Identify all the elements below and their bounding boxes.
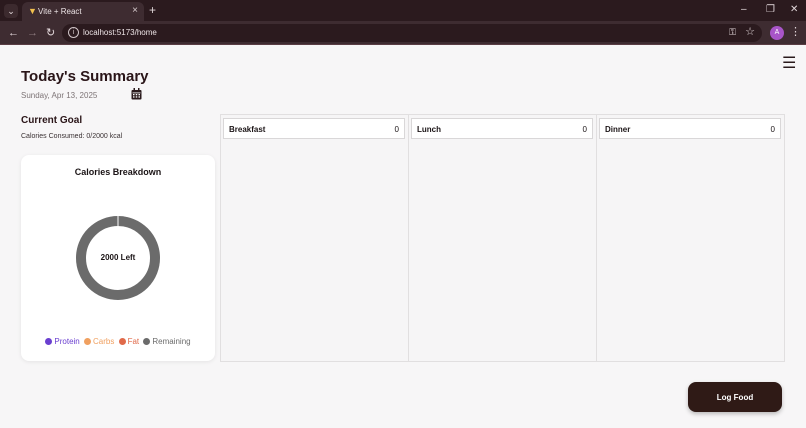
back-arrow-icon[interactable]: ← [8,26,19,40]
meal-name: Lunch [417,125,441,134]
legend-label-carbs: Carbs [92,337,115,346]
legend-item-fat[interactable]: Fat [118,337,140,346]
meal-name: Breakfast [229,125,266,134]
log-food-button[interactable]: Log Food [688,382,782,412]
profile-avatar[interactable]: A [770,26,784,40]
chart-legend: Protein Carbs Fat Remaining [21,337,215,346]
meal-column-lunch[interactable]: Lunch 0 [409,115,597,361]
meal-header-breakfast[interactable]: Breakfast 0 [223,118,405,139]
browser-tab-bar: ⌄ ▼ Vite + React × + – ❐ ✕ [0,0,806,21]
forward-arrow-icon[interactable]: → [27,26,38,40]
reload-icon[interactable]: ↻ [46,26,55,40]
calendar-icon[interactable] [131,88,142,100]
meal-header-dinner[interactable]: Dinner 0 [599,118,781,139]
url-text[interactable]: localhost:5173/home [83,28,157,38]
meal-calorie-count: 0 [582,125,587,134]
browser-menu-icon[interactable]: ⋮ [790,25,801,39]
meal-name: Dinner [605,125,631,134]
close-tab-icon[interactable]: × [132,5,138,17]
new-tab-plus-icon[interactable]: + [149,3,156,17]
legend-label-protein: Protein [54,337,80,346]
current-goal-heading: Current Goal [21,115,83,126]
window-close-icon[interactable]: ✕ [790,3,798,17]
legend-dot-carbs [83,338,91,345]
calories-consumed-text: Calories Consumed: 0/2000 kcal [21,133,123,140]
legend-label-remaining: Remaining [152,337,191,346]
meal-column-dinner[interactable]: Dinner 0 [597,115,785,361]
calories-breakdown-card: Calories Breakdown 2000 Left Protein Car… [21,155,215,361]
legend-dot-fat [118,338,126,345]
tab-title: Vite + React [38,7,82,16]
address-bar[interactable]: i localhost:5173/home ⚿ ☆ [62,24,762,42]
meal-calorie-count: 0 [394,125,399,134]
browser-toolbar: ← → ↻ i localhost:5173/home ⚿ ☆ A ⋮ [0,21,806,45]
page-title: Today's Summary [21,68,149,85]
bookmark-star-icon[interactable]: ☆ [745,26,755,39]
legend-dot-remaining [143,338,151,345]
legend-label-fat: Fat [127,337,140,346]
vite-favicon-icon: ▼ [28,6,37,16]
site-info-icon[interactable]: i [68,27,79,38]
legend-item-carbs[interactable]: Carbs [83,337,115,346]
meal-column-breakfast[interactable]: Breakfast 0 [221,115,409,361]
password-key-icon[interactable]: ⚿ [729,27,736,38]
minimize-icon[interactable]: – [741,3,747,17]
calories-left-label: 2000 Left [100,253,136,262]
legend-item-protein[interactable]: Protein [45,337,80,346]
restore-icon[interactable]: ❐ [766,3,775,17]
meal-header-lunch[interactable]: Lunch 0 [411,118,593,139]
legend-item-remaining[interactable]: Remaining [143,337,191,346]
meals-board: Breakfast 0 Lunch 0 Dinner 0 [220,114,785,362]
calories-breakdown-title: Calories Breakdown [74,167,162,177]
tab-search-chevron-icon[interactable]: ⌄ [4,4,18,18]
legend-dot-protein [45,338,53,345]
browser-tab[interactable]: ▼ Vite + React × [22,2,144,21]
meal-calorie-count: 0 [770,125,775,134]
date-label: Sunday, Apr 13, 2025 [21,91,98,100]
hamburger-menu-icon[interactable]: ☰ [782,56,796,72]
